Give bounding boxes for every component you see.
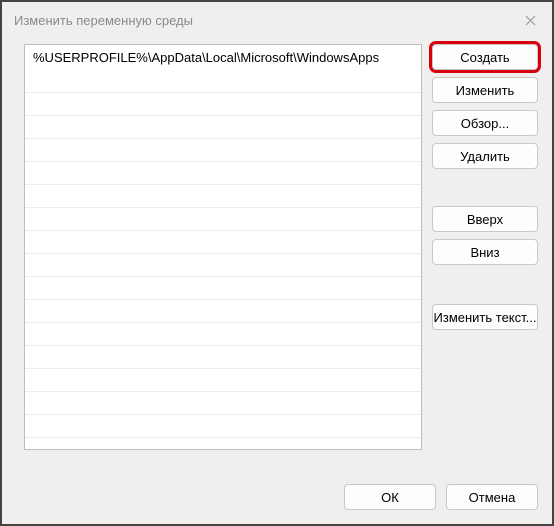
dialog-footer: ОК Отмена — [24, 470, 538, 510]
side-button-column: Создать Изменить Обзор... Удалить Вверх … — [432, 44, 538, 470]
browse-button[interactable]: Обзор... — [432, 110, 538, 136]
move-down-button[interactable]: Вниз — [432, 239, 538, 265]
create-button[interactable]: Создать — [432, 44, 538, 70]
edit-text-button[interactable]: Изменить текст... — [432, 304, 538, 330]
titlebar: Изменить переменную среды — [2, 2, 552, 38]
dialog-title: Изменить переменную среды — [14, 13, 193, 28]
edit-button[interactable]: Изменить — [432, 77, 538, 103]
list-grid-lines — [25, 70, 421, 449]
ok-button[interactable]: ОК — [344, 484, 436, 510]
cancel-button[interactable]: Отмена — [446, 484, 538, 510]
dialog-window: Изменить переменную среды %USERPROFILE%\… — [0, 0, 554, 526]
dialog-body: %USERPROFILE%\AppData\Local\Microsoft\Wi… — [2, 38, 552, 524]
move-up-button[interactable]: Вверх — [432, 206, 538, 232]
delete-button[interactable]: Удалить — [432, 143, 538, 169]
list-item[interactable]: %USERPROFILE%\AppData\Local\Microsoft\Wi… — [25, 45, 421, 70]
path-listbox[interactable]: %USERPROFILE%\AppData\Local\Microsoft\Wi… — [24, 44, 422, 450]
close-icon[interactable] — [520, 10, 540, 30]
